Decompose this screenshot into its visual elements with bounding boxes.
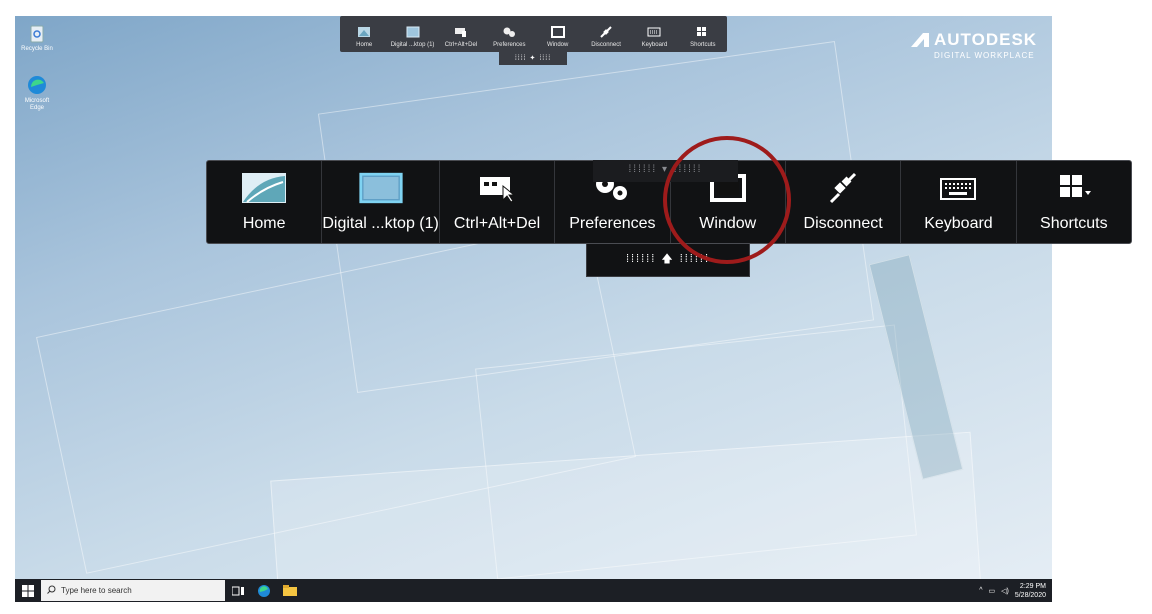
ctrl-alt-del-icon xyxy=(454,26,468,38)
edge-icon xyxy=(26,74,48,96)
mini-toolbar-handle[interactable]: ⁞⁞⁞⁞ ✦ ⁞⁞⁞⁞ xyxy=(499,52,567,65)
toolbar-desktop[interactable]: Digital ...ktop (1) xyxy=(322,161,440,243)
desktop-icon-recycle-bin[interactable]: Recycle Bin xyxy=(17,22,57,53)
toolbar-disconnect[interactable]: Disconnect xyxy=(786,161,902,243)
mini-toolbar-window[interactable]: Window xyxy=(534,16,582,52)
search-icon xyxy=(47,585,56,596)
home-icon xyxy=(241,171,287,205)
mini-toolbar-disconnect[interactable]: Disconnect xyxy=(582,16,630,52)
window-icon xyxy=(550,26,565,38)
shortcuts-icon xyxy=(696,26,710,38)
network-icon[interactable]: ▭ xyxy=(989,587,996,595)
desktop-icon xyxy=(358,171,404,205)
windows-start-icon[interactable] xyxy=(15,579,41,602)
autodesk-logo: AUTODESK DIGITAL WORKPLACE xyxy=(910,30,1037,60)
toolbar-shortcuts[interactable]: Shortcuts xyxy=(1017,161,1131,243)
desktop-icon xyxy=(406,26,420,38)
volume-icon[interactable]: ◁) xyxy=(1001,587,1009,595)
mini-toolbar-shortcuts[interactable]: Shortcuts xyxy=(679,16,727,52)
edge-taskbar-icon[interactable] xyxy=(251,579,277,602)
desktop-icon-edge[interactable]: Microsoft Edge xyxy=(17,74,57,112)
taskbar-search[interactable]: Type here to search xyxy=(41,580,225,601)
mini-toolbar-keyboard[interactable]: Keyboard xyxy=(630,16,678,52)
chevron-up-icon[interactable]: ^ xyxy=(979,587,982,594)
mini-toolbar-ctrl-alt-del[interactable]: Ctrl+Alt+Del xyxy=(437,16,485,52)
file-explorer-icon[interactable] xyxy=(277,579,303,602)
keyboard-icon xyxy=(935,171,981,205)
taskbar: Type here to search ^ ▭ ◁) 2:29 PM 5/28/… xyxy=(15,579,1052,602)
toolbar-home[interactable]: Home xyxy=(207,161,323,243)
mini-toolbar-preferences[interactable]: Preferences xyxy=(485,16,533,52)
mini-toolbar: Home Digital ...ktop (1) Ctrl+Alt+Del Pr… xyxy=(340,16,727,52)
mini-toolbar-home[interactable]: Home xyxy=(340,16,388,52)
remote-desktop-screen: Recycle Bin Microsoft Edge xyxy=(15,16,1052,602)
toolbar-keyboard[interactable]: Keyboard xyxy=(901,161,1017,243)
system-tray: ^ ▭ ◁) 2:29 PM 5/28/2020 xyxy=(979,582,1052,600)
recycle-bin-icon xyxy=(26,22,48,44)
plug-icon xyxy=(820,171,866,205)
keyboard-icon xyxy=(647,26,661,38)
window-highlight-circle xyxy=(663,136,791,264)
mini-toolbar-desktop[interactable]: Digital ...ktop (1) xyxy=(388,16,436,52)
gears-icon xyxy=(502,26,516,38)
autodesk-mark-icon xyxy=(911,33,929,47)
plug-icon xyxy=(599,26,613,38)
shortcuts-icon xyxy=(1051,171,1097,205)
ctrl-alt-del-icon xyxy=(474,171,520,205)
task-view-icon[interactable] xyxy=(225,579,251,602)
toolbar-ctrl-alt-del[interactable]: Ctrl+Alt+Del xyxy=(440,161,556,243)
home-icon xyxy=(357,26,371,38)
taskbar-clock[interactable]: 2:29 PM 5/28/2020 xyxy=(1015,582,1046,600)
